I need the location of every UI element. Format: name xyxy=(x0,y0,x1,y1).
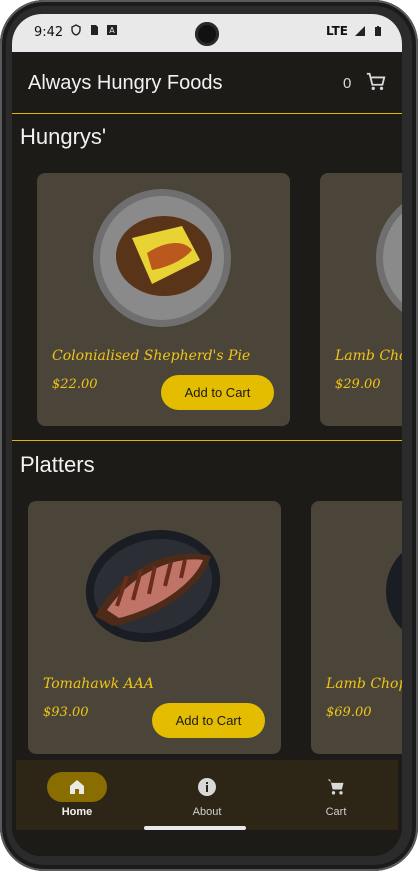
product-name: Tomahawk AAA xyxy=(43,676,154,692)
signal-icon xyxy=(355,26,365,36)
product-name: Lamb Chop xyxy=(335,348,402,364)
nav-icon-wrap xyxy=(177,772,237,802)
shepherds-pie-image xyxy=(93,189,231,327)
network-label: LTE xyxy=(325,24,348,38)
nav-label-cart: Cart xyxy=(325,806,347,818)
battery-icon xyxy=(375,26,381,36)
nav-label-about: About xyxy=(192,806,222,818)
status-right: LTE xyxy=(326,24,384,38)
screen: 9:42 A LTE Always Hungry Foods 0 Hungrys… xyxy=(12,14,402,856)
nav-icon-wrap xyxy=(306,772,366,802)
shopping-cart-icon[interactable] xyxy=(365,71,387,93)
app-bar: Always Hungry Foods 0 xyxy=(12,52,402,114)
nav-item-about[interactable]: About xyxy=(147,768,267,828)
app-title: Always Hungry Foods xyxy=(28,72,223,94)
section-divider xyxy=(12,440,402,441)
status-icons: A xyxy=(70,24,118,36)
svg-text:A: A xyxy=(109,26,115,35)
nav-item-cart[interactable]: Cart xyxy=(276,768,396,828)
keyboard-a-icon: A xyxy=(107,25,117,35)
product-price: $93.00 xyxy=(43,705,89,720)
cart-count: 0 xyxy=(343,75,352,92)
add-to-cart-button[interactable]: Add to Cart xyxy=(152,703,265,738)
gesture-bar[interactable] xyxy=(144,826,246,830)
product-price: $29.00 xyxy=(335,377,381,392)
lamb-chops-image xyxy=(386,552,402,630)
sim-card-icon xyxy=(91,25,98,35)
status-time: 9:42 xyxy=(34,25,64,40)
shield-icon xyxy=(71,24,81,36)
product-name: Lamb Chops xyxy=(326,676,402,692)
nav-item-home[interactable]: Home xyxy=(17,768,137,828)
bottom-navigation: Home About Cart xyxy=(16,760,398,830)
section-title-hungrys: Hungrys' xyxy=(20,124,107,149)
home-icon xyxy=(70,780,84,794)
tomahawk-image xyxy=(85,530,221,642)
nav-label-home: Home xyxy=(61,806,93,818)
phone-frame: 9:42 A LTE Always Hungry Foods 0 Hungrys… xyxy=(0,0,418,871)
status-bar: 9:42 A LTE xyxy=(12,14,402,52)
product-card[interactable]: Lamb Chops $69.00 xyxy=(311,501,402,754)
lamb-chop-image xyxy=(376,204,402,312)
app-content: Always Hungry Foods 0 Hungrys' Coloniali… xyxy=(12,52,402,856)
product-card[interactable]: Tomahawk AAA $93.00 Add to Cart xyxy=(28,501,281,754)
product-card[interactable]: Lamb Chop $29.00 xyxy=(320,173,402,426)
add-to-cart-button[interactable]: Add to Cart xyxy=(161,375,274,410)
product-price: $22.00 xyxy=(52,377,98,392)
cart-icon xyxy=(327,779,344,795)
section-title-platters: Platters xyxy=(20,452,95,477)
product-price: $69.00 xyxy=(326,705,372,720)
front-camera xyxy=(195,22,219,46)
info-icon xyxy=(198,778,216,796)
product-name: Colonialised Shepherd's Pie xyxy=(52,348,251,364)
product-card[interactable]: Colonialised Shepherd's Pie $22.00 Add t… xyxy=(37,173,290,426)
nav-indicator xyxy=(47,772,107,802)
